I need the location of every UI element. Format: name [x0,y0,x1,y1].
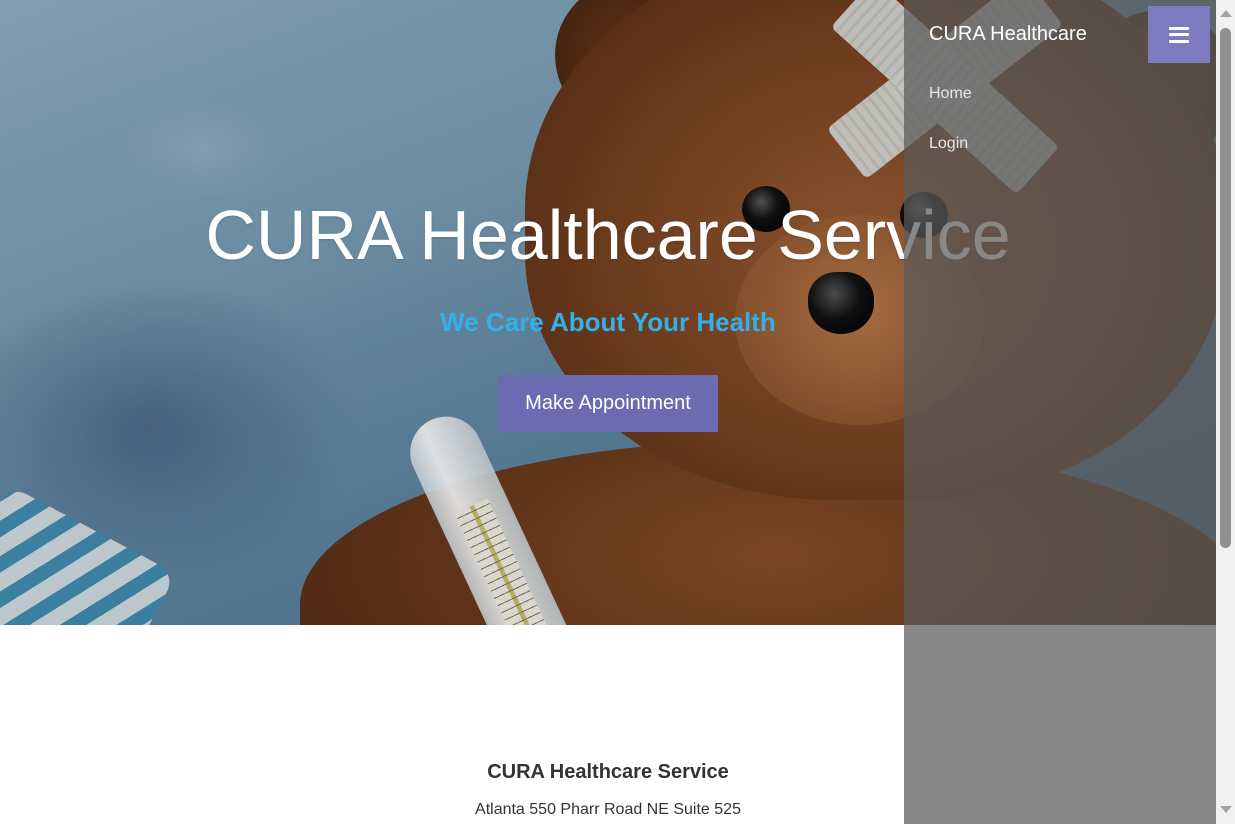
page-scrollbar[interactable] [1216,0,1235,824]
sidebar-item-login[interactable]: Login [929,130,972,180]
hamburger-icon [1169,26,1189,43]
hero-subtitle: We Care About Your Health [440,307,776,337]
sidebar-menu: CURA Healthcare Home Login [904,0,1216,824]
sidebar-nav: Home Login [929,80,972,180]
menu-toggle-button[interactable] [1148,6,1210,63]
make-appointment-button[interactable]: Make Appointment [498,375,718,432]
sidebar-brand-link[interactable]: CURA Healthcare [929,20,1087,48]
scroll-thumb[interactable] [1220,28,1231,548]
scroll-down-arrow-icon[interactable] [1220,806,1232,813]
page: CURA Healthcare Service We Care About Yo… [0,0,1235,824]
scroll-up-arrow-icon[interactable] [1220,10,1232,17]
sidebar-item-home[interactable]: Home [929,80,972,130]
